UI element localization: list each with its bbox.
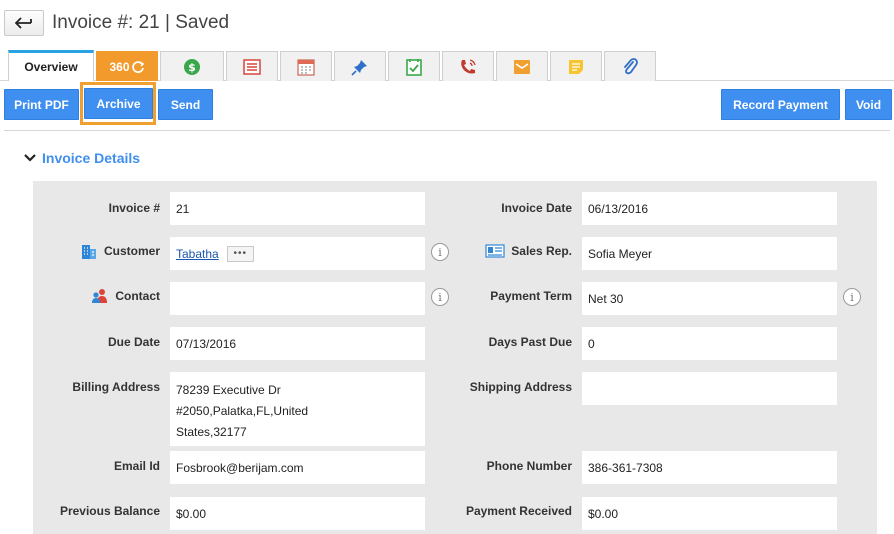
tab-360[interactable]: 360 [96, 51, 158, 81]
archive-highlight [80, 82, 156, 125]
previous-balance-label: Previous Balance [40, 500, 160, 522]
building-icon [81, 245, 96, 259]
payment-received-label-text: Payment Received [465, 504, 572, 518]
contact-label-text: Contact [115, 289, 160, 303]
tab-calls[interactable] [442, 51, 494, 81]
phone-icon [461, 58, 476, 73]
shipping-address-field[interactable] [582, 372, 837, 405]
previous-balance-field[interactable]: $0.00 [170, 497, 425, 530]
billing-address-line-3: States,32177 [176, 425, 247, 439]
tab-tasks[interactable] [388, 51, 440, 81]
tab-bar: Overview 360 $ [0, 50, 894, 81]
send-button[interactable]: Send [158, 89, 213, 120]
invoice-details-toggle[interactable]: Invoice Details [24, 150, 140, 166]
billing-address-label: Billing Address [40, 376, 160, 398]
phone-number-label-text: Phone Number [486, 459, 572, 473]
back-arrow-icon [15, 17, 32, 29]
phone-number-label: Phone Number [440, 455, 572, 477]
back-button[interactable] [4, 10, 44, 36]
tab-calendar[interactable] [280, 51, 332, 81]
tab-360-label: 360 [109, 59, 130, 74]
calendar-icon [297, 58, 315, 76]
note-icon [569, 59, 583, 74]
billing-address-line-1: 78239 Executive Dr [176, 383, 281, 397]
contact-field[interactable] [170, 282, 425, 315]
invoice-number-label: Invoice # [40, 197, 160, 219]
customer-field[interactable]: Tabatha ••• [170, 237, 425, 270]
svg-text:$: $ [188, 61, 196, 74]
tab-overview-label: Overview [24, 60, 78, 74]
payment-received-label: Payment Received [440, 500, 572, 522]
shipping-address-label: Shipping Address [440, 376, 572, 398]
invoice-date-label-text: Invoice Date [501, 201, 572, 215]
sales-rep-label-text: Sales Rep. [511, 244, 572, 258]
billing-address-field[interactable]: 78239 Executive Dr #2050,Palatka,FL,Unit… [170, 372, 425, 446]
dollar-refresh-icon: $ [184, 58, 200, 75]
page-header: Invoice #: 21 | Saved [0, 0, 894, 46]
sales-rep-field[interactable]: Sofia Meyer [582, 237, 837, 270]
tab-emails[interactable] [496, 51, 548, 81]
paperclip-icon [624, 57, 638, 74]
tab-invoices[interactable] [226, 51, 278, 81]
days-past-due-field[interactable]: 0 [582, 327, 837, 360]
invoice-date-field[interactable]: 06/13/2016 [582, 192, 837, 225]
tab-notes-pin[interactable] [334, 51, 386, 81]
checklist-icon [406, 58, 422, 76]
shipping-address-label-text: Shipping Address [469, 380, 572, 394]
customer-link[interactable]: Tabatha [176, 247, 219, 261]
invoice-list-icon [243, 58, 261, 75]
due-date-label-text: Due Date [107, 335, 160, 349]
due-date-field[interactable]: 07/13/2016 [170, 327, 425, 360]
payment-received-field[interactable]: $0.00 [582, 497, 837, 530]
contact-label: Contact [40, 285, 160, 307]
sales-rep-label: Sales Rep. [440, 240, 572, 262]
toolbar-divider [4, 130, 890, 131]
contacts-icon [92, 289, 108, 303]
email-icon [514, 59, 530, 74]
chevron-down-icon [24, 154, 36, 162]
payment-term-field[interactable]: Net 30 [582, 282, 837, 315]
print-pdf-button[interactable]: Print PDF [4, 89, 79, 120]
customer-more-button[interactable]: ••• [226, 245, 254, 262]
billing-address-label-text: Billing Address [72, 380, 160, 394]
page-title: Invoice #: 21 | Saved [52, 12, 230, 33]
refresh-icon [131, 60, 144, 73]
customer-label-text: Customer [103, 244, 160, 258]
previous-balance-label-text: Previous Balance [59, 504, 160, 518]
record-payment-button[interactable]: Record Payment [721, 89, 840, 120]
payment-term-info-icon[interactable]: i [843, 288, 861, 306]
tab-payments[interactable]: $ [160, 51, 224, 81]
payment-term-label-text: Payment Term [490, 289, 572, 303]
email-label: Email Id [40, 455, 160, 477]
billing-address-line-2: #2050,Palatka,FL,United [176, 404, 309, 418]
due-date-label: Due Date [40, 331, 160, 353]
invoice-date-label: Invoice Date [440, 197, 572, 219]
phone-number-field[interactable]: 386-361-7308 [582, 451, 837, 484]
tab-notes[interactable] [550, 51, 602, 81]
invoice-number-label-text: Invoice # [108, 201, 160, 215]
email-label-text: Email Id [113, 459, 160, 473]
payment-term-label: Payment Term [440, 285, 572, 307]
void-button[interactable]: Void [845, 89, 892, 120]
id-card-icon [485, 244, 505, 258]
tab-attachments[interactable] [604, 51, 656, 81]
invoice-number-field[interactable]: 21 [170, 192, 425, 225]
days-past-due-label-text: Days Past Due [488, 335, 572, 349]
days-past-due-label: Days Past Due [440, 331, 572, 353]
email-field[interactable]: Fosbrook@berijam.com [170, 451, 425, 484]
section-title: Invoice Details [42, 150, 141, 166]
customer-label: Customer [40, 240, 160, 262]
tab-overview[interactable]: Overview [8, 50, 94, 81]
pin-icon [351, 59, 367, 76]
